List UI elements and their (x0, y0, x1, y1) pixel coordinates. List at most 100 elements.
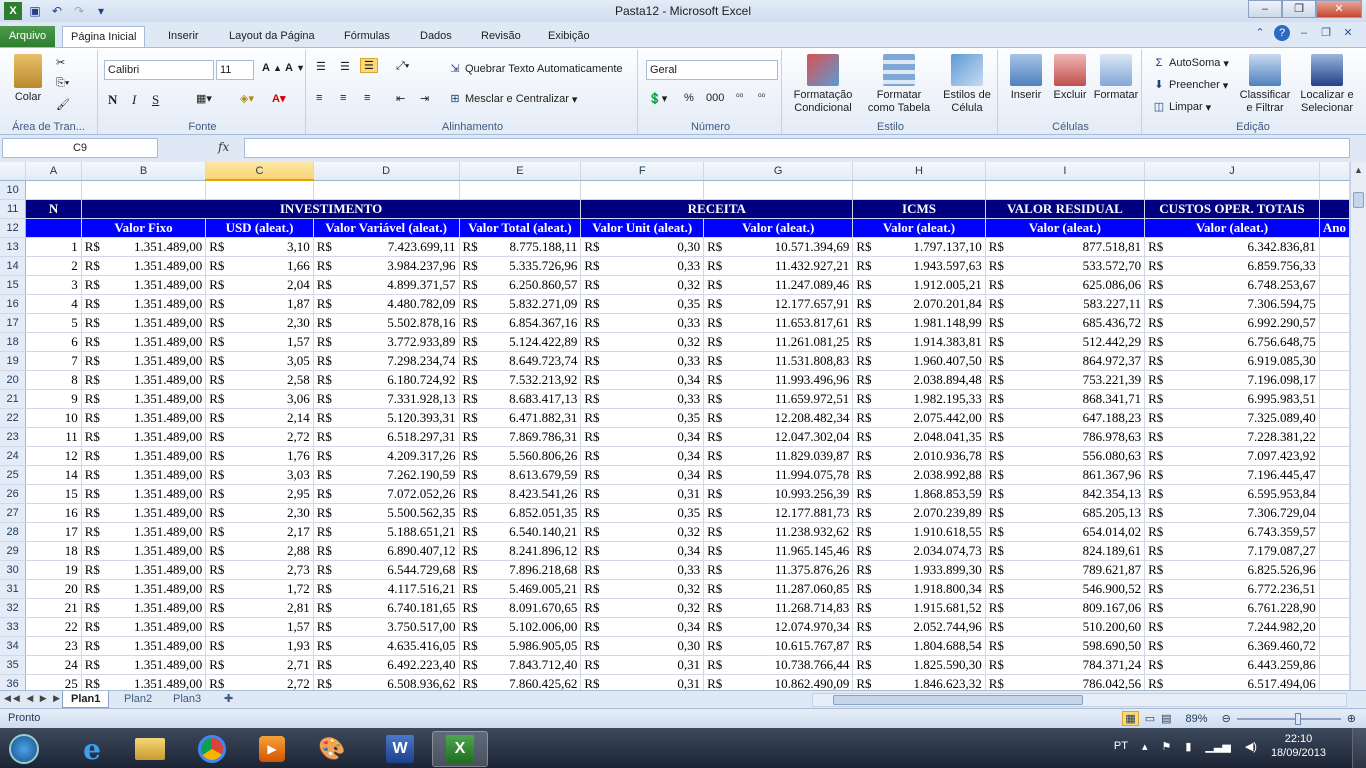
cell-d[interactable]: R$ 3.750.517,00 (313, 617, 460, 637)
cell-h[interactable]: R$ 1.943.597,63 (852, 256, 986, 276)
row-header[interactable]: 34 (0, 636, 27, 656)
cell-i[interactable]: R$ 510.200,60 (985, 617, 1146, 637)
cell-j[interactable]: R$ 6.443.259,86 (1144, 655, 1320, 675)
cell-j[interactable]: R$ 6.859.756,33 (1144, 256, 1320, 276)
scroll-up-icon[interactable]: ▲ (1351, 162, 1366, 178)
cell-f[interactable]: R$ 0,34 (580, 541, 705, 561)
language-indicator[interactable]: PT (1114, 740, 1128, 752)
cell-g[interactable]: R$ 11.994.075,78 (703, 465, 854, 485)
decrease-indent-icon[interactable]: ⇤ (396, 92, 405, 105)
cell-e[interactable]: R$ 5.560.806,26 (459, 446, 582, 466)
sheet-tab-plan1[interactable]: Plan1 (62, 691, 110, 708)
network-icon[interactable]: ▁▃▅ (1205, 740, 1230, 753)
cell-e[interactable]: R$ 8.683.417,13 (459, 389, 582, 409)
fill-color-icon[interactable]: ◈▾ (240, 92, 254, 105)
cell-e[interactable]: R$ 6.471.882,31 (459, 408, 582, 428)
cell-h[interactable]: R$ 1.910.618,55 (852, 522, 986, 542)
cell-j[interactable]: R$ 6.595.953,84 (1144, 484, 1320, 504)
cell-h[interactable]: R$ 2.038.894,48 (852, 370, 986, 390)
cell-c[interactable]: R$ 2,04 (205, 275, 314, 295)
row-header[interactable]: 26 (0, 484, 27, 504)
cell-k[interactable] (1319, 598, 1350, 618)
power-icon[interactable]: ▮ (1185, 740, 1191, 753)
cell-h[interactable]: R$ 1.797.137,10 (852, 237, 986, 257)
row-header[interactable]: 18 (0, 332, 27, 352)
cell-d[interactable]: R$ 7.331.928,13 (313, 389, 460, 409)
subheader-valor-fixo[interactable]: Valor Fixo (81, 218, 207, 238)
cell-n[interactable]: 20 (25, 579, 82, 599)
cell-d[interactable]: R$ 4.209.317,26 (313, 446, 460, 466)
column-header-g[interactable]: G (703, 162, 854, 181)
cell-d[interactable]: R$ 5.500.562,35 (313, 503, 460, 523)
tab-home[interactable]: Página Inicial (62, 26, 146, 47)
cell-i[interactable]: R$ 753.221,39 (985, 370, 1146, 390)
cell-n[interactable]: 4 (25, 294, 82, 314)
subheader-residual-valor[interactable]: Valor (aleat.) (985, 218, 1146, 238)
cell-e[interactable]: R$ 7.860.425,62 (459, 674, 582, 690)
cell-b[interactable]: R$ 1.351.489,00 (81, 294, 207, 314)
cell-i[interactable]: R$ 864.972,37 (985, 351, 1146, 371)
cell-j[interactable]: R$ 7.097.423,92 (1144, 446, 1320, 466)
row-header[interactable]: 15 (0, 275, 27, 295)
scroll-thumb[interactable] (1353, 192, 1364, 208)
cut-icon[interactable]: ✂ (56, 56, 65, 69)
cell-f[interactable]: R$ 0,30 (580, 237, 705, 257)
cell-k[interactable] (1319, 655, 1350, 675)
cell-f[interactable]: R$ 0,33 (580, 351, 705, 371)
cell-d[interactable]: R$ 4.899.371,57 (313, 275, 460, 295)
cell-h[interactable]: R$ 2.048.041,35 (852, 427, 986, 447)
cell-c[interactable]: R$ 2,17 (205, 522, 314, 542)
align-left-icon[interactable]: ≡ (316, 92, 322, 104)
subheader-receita-valor[interactable]: Valor (aleat.) (703, 218, 854, 238)
subheader-icms-valor[interactable]: Valor (aleat.) (852, 218, 986, 238)
flag-icon[interactable]: ⚑ (1161, 740, 1171, 753)
cell-e[interactable]: R$ 8.775.188,11 (459, 237, 582, 257)
cell-f[interactable]: R$ 0,35 (580, 294, 705, 314)
cell-e[interactable]: R$ 7.896.218,68 (459, 560, 582, 580)
cell-e[interactable]: R$ 7.869.786,31 (459, 427, 582, 447)
cell-h[interactable]: R$ 2.075.442,00 (852, 408, 986, 428)
row-header[interactable]: 25 (0, 465, 27, 485)
cell-i[interactable]: R$ 546.900,52 (985, 579, 1146, 599)
column-header-j[interactable]: J (1144, 162, 1320, 181)
file-explorer-icon[interactable] (122, 731, 178, 767)
cell-j[interactable]: R$ 7.196.445,47 (1144, 465, 1320, 485)
cell-d[interactable]: R$ 7.298.234,74 (313, 351, 460, 371)
sheet-tab-plan3[interactable]: Plan3 (165, 691, 209, 708)
cell-c[interactable]: R$ 2,14 (205, 408, 314, 428)
excel-taskbar-icon[interactable]: X (432, 731, 488, 767)
row-header[interactable]: 31 (0, 579, 27, 599)
font-name-select[interactable]: Calibri (104, 60, 214, 80)
tab-file[interactable]: Arquivo (0, 26, 55, 47)
cell-f[interactable]: R$ 0,32 (580, 522, 705, 542)
row-header[interactable]: 33 (0, 617, 27, 637)
subheader-valor-variavel[interactable]: Valor Variável (aleat.) (313, 218, 460, 238)
chrome-icon[interactable] (184, 731, 240, 767)
cell-d[interactable]: R$ 5.120.393,31 (313, 408, 460, 428)
tab-formulas[interactable]: Fórmulas (336, 26, 398, 47)
subheader-usd[interactable]: USD (aleat.) (205, 218, 314, 238)
cell-j[interactable]: R$ 6.342.836,81 (1144, 237, 1320, 257)
cell-h[interactable]: R$ 1.915.681,52 (852, 598, 986, 618)
cell-g[interactable]: R$ 12.177.881,73 (703, 503, 854, 523)
cell-b[interactable]: R$ 1.351.489,00 (81, 522, 207, 542)
cell-n[interactable]: 16 (25, 503, 82, 523)
cell-k[interactable] (1319, 370, 1350, 390)
cell-c[interactable]: R$ 2,88 (205, 541, 314, 561)
cell-g[interactable]: R$ 11.261.081,25 (703, 332, 854, 352)
cell-i[interactable]: R$ 861.367,96 (985, 465, 1146, 485)
cell-b[interactable]: R$ 1.351.489,00 (81, 503, 207, 523)
cell-e[interactable]: R$ 5.986.905,05 (459, 636, 582, 656)
cell-c[interactable]: R$ 1,87 (205, 294, 314, 314)
cell-f[interactable]: R$ 0,34 (580, 617, 705, 637)
clock[interactable]: 22:10 18/09/2013 (1271, 732, 1326, 760)
cell-e[interactable]: R$ 8.423.541,26 (459, 484, 582, 504)
cell-c[interactable]: R$ 2,73 (205, 560, 314, 580)
cell-d[interactable]: R$ 6.740.181,65 (313, 598, 460, 618)
cell-i[interactable]: R$ 784.371,24 (985, 655, 1146, 675)
cell-i[interactable]: R$ 789.621,87 (985, 560, 1146, 580)
cell-j[interactable]: R$ 7.179.087,27 (1144, 541, 1320, 561)
cell-d[interactable]: R$ 6.492.223,40 (313, 655, 460, 675)
cell-h[interactable]: R$ 1.960.407,50 (852, 351, 986, 371)
column-header-c[interactable]: C (205, 162, 314, 181)
